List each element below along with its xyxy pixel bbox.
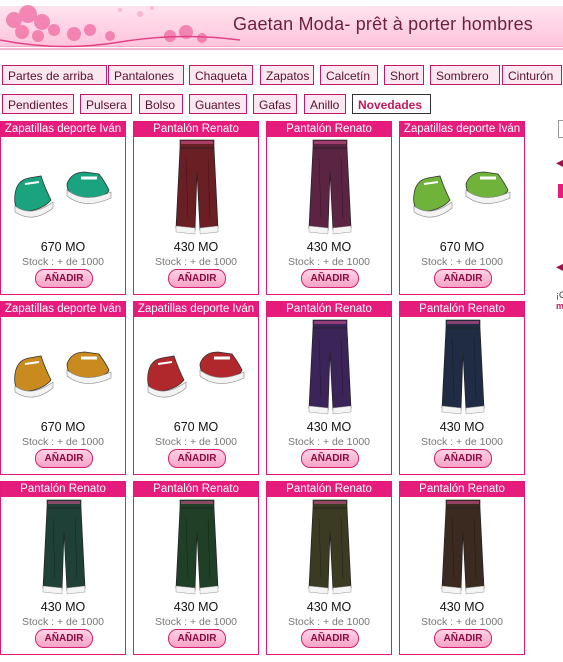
side-badge	[558, 184, 563, 198]
product-stock: Stock : + de 1000	[21, 256, 105, 268]
category-pantalones[interactable]: Pantalones	[108, 65, 184, 85]
header-banner: Gaetan Moda- prêt à porter hombres	[0, 0, 563, 58]
category-chaqueta[interactable]: Chaqueta	[189, 65, 253, 85]
add-to-cart-button[interactable]: AÑADIR	[168, 449, 226, 468]
product-stock: Stock : + de 1000	[287, 436, 371, 448]
product-name[interactable]: Pantalón Renato	[134, 482, 258, 497]
product-card: Zapatillas deporte Iván 670 MO Stock : +…	[133, 301, 259, 475]
product-stock: Stock : + de 1000	[21, 616, 105, 628]
product-price: 670 MO	[439, 240, 485, 254]
product-name[interactable]: Pantalón Renato	[267, 122, 391, 137]
product-card: Pantalón Renato 430 MO Stock : + de 1000…	[0, 481, 126, 655]
add-to-cart-button[interactable]: AÑADIR	[301, 629, 359, 648]
category-pendientes[interactable]: Pendientes	[2, 94, 74, 114]
category-calcetín[interactable]: Calcetín	[320, 65, 378, 85]
product-price: 430 MO	[173, 240, 219, 254]
add-to-cart-button[interactable]: AÑADIR	[35, 629, 93, 648]
add-to-cart-button[interactable]: AÑADIR	[301, 269, 359, 288]
product-stock: Stock : + de 1000	[154, 436, 238, 448]
add-to-cart-button[interactable]: AÑADIR	[434, 449, 492, 468]
pants-image[interactable]	[134, 138, 258, 238]
product-stock: Stock : + de 1000	[154, 256, 238, 268]
product-name[interactable]: Pantalón Renato	[267, 302, 391, 317]
product-card: Zapatillas deporte Iván 670 MO Stock : +…	[399, 121, 525, 295]
product-name[interactable]: Zapatillas deporte Iván	[1, 122, 125, 137]
category-bolso[interactable]: Bolso	[139, 94, 183, 114]
add-to-cart-button[interactable]: AÑADIR	[35, 269, 93, 288]
product-stock: Stock : + de 1000	[287, 616, 371, 628]
product-card: Pantalón Renato 430 MO Stock : + de 1000…	[266, 301, 392, 475]
product-name[interactable]: Pantalón Renato	[267, 482, 391, 497]
category-cinturón[interactable]: Cinturón	[502, 65, 562, 85]
product-name[interactable]: Pantalón Renato	[134, 122, 258, 137]
left-arrow-icon-2[interactable]: ◀	[556, 262, 563, 273]
page-title: Gaetan Moda- prêt à porter hombres	[233, 14, 533, 34]
product-name[interactable]: Zapatillas deporte Iván	[400, 122, 524, 137]
category-short[interactable]: Short	[384, 65, 424, 85]
product-stock: Stock : + de 1000	[21, 436, 105, 448]
product-stock: Stock : + de 1000	[420, 436, 504, 448]
product-name[interactable]: Zapatillas deporte Iván	[1, 302, 125, 317]
product-name[interactable]: Zapatillas deporte Iván	[134, 302, 258, 317]
product-name[interactable]: Pantalón Renato	[400, 482, 524, 497]
banner-divider	[0, 48, 563, 50]
side-text-1: ¡G	[556, 290, 563, 300]
pants-image[interactable]	[400, 498, 524, 598]
product-price: 670 MO	[173, 420, 219, 434]
add-to-cart-button[interactable]: AÑADIR	[434, 629, 492, 648]
side-input[interactable]	[558, 120, 563, 138]
product-price: 430 MO	[40, 600, 86, 614]
category-pulsera[interactable]: Pulsera	[80, 94, 132, 114]
product-card: Pantalón Renato 430 MO Stock : + de 1000…	[133, 121, 259, 295]
product-price: 670 MO	[40, 240, 86, 254]
category-guantes[interactable]: Guantes	[189, 94, 247, 114]
side-text-2: m	[556, 301, 563, 311]
product-stock: Stock : + de 1000	[420, 256, 504, 268]
add-to-cart-button[interactable]: AÑADIR	[35, 449, 93, 468]
sneakers-image[interactable]	[400, 138, 524, 238]
product-price: 430 MO	[306, 600, 352, 614]
product-card: Pantalón Renato 430 MO Stock : + de 1000…	[399, 301, 525, 475]
product-card: Pantalón Renato 430 MO Stock : + de 1000…	[266, 121, 392, 295]
sneakers-image[interactable]	[1, 318, 125, 418]
pants-image[interactable]	[267, 138, 391, 238]
product-stock: Stock : + de 1000	[420, 616, 504, 628]
product-card: Pantalón Renato 430 MO Stock : + de 1000…	[266, 481, 392, 655]
category-novedades[interactable]: Novedades	[352, 94, 431, 114]
product-stock: Stock : + de 1000	[287, 256, 371, 268]
product-card: Zapatillas deporte Iván 670 MO Stock : +…	[0, 301, 126, 475]
add-to-cart-button[interactable]: AÑADIR	[168, 269, 226, 288]
category-anillo[interactable]: Anillo	[304, 94, 346, 114]
pants-image[interactable]	[400, 318, 524, 418]
pants-image[interactable]	[267, 498, 391, 598]
add-to-cart-button[interactable]: AÑADIR	[301, 449, 359, 468]
pants-image[interactable]	[134, 498, 258, 598]
left-arrow-icon[interactable]: ◀	[556, 158, 563, 169]
add-to-cart-button[interactable]: AÑADIR	[168, 629, 226, 648]
product-price: 670 MO	[40, 420, 86, 434]
product-card: Pantalón Renato 430 MO Stock : + de 1000…	[399, 481, 525, 655]
product-price: 430 MO	[173, 600, 219, 614]
category-gafas[interactable]: Gafas	[253, 94, 297, 114]
sneakers-image[interactable]	[134, 318, 258, 418]
category-sombrero[interactable]: Sombrero	[430, 65, 500, 85]
sneakers-image[interactable]	[1, 138, 125, 238]
product-price: 430 MO	[439, 600, 485, 614]
raspberry-decoration	[0, 5, 240, 48]
product-name[interactable]: Pantalón Renato	[1, 482, 125, 497]
product-price: 430 MO	[306, 420, 352, 434]
product-card: Pantalón Renato 430 MO Stock : + de 1000…	[133, 481, 259, 655]
product-stock: Stock : + de 1000	[154, 616, 238, 628]
add-to-cart-button[interactable]: AÑADIR	[434, 269, 492, 288]
product-name[interactable]: Pantalón Renato	[400, 302, 524, 317]
pants-image[interactable]	[267, 318, 391, 418]
category-partes-de-arriba[interactable]: Partes de arriba	[2, 65, 107, 85]
product-price: 430 MO	[439, 420, 485, 434]
pants-image[interactable]	[1, 498, 125, 598]
product-card: Zapatillas deporte Iván 670 MO Stock : +…	[0, 121, 126, 295]
category-zapatos[interactable]: Zapatos	[260, 65, 314, 85]
product-price: 430 MO	[306, 240, 352, 254]
